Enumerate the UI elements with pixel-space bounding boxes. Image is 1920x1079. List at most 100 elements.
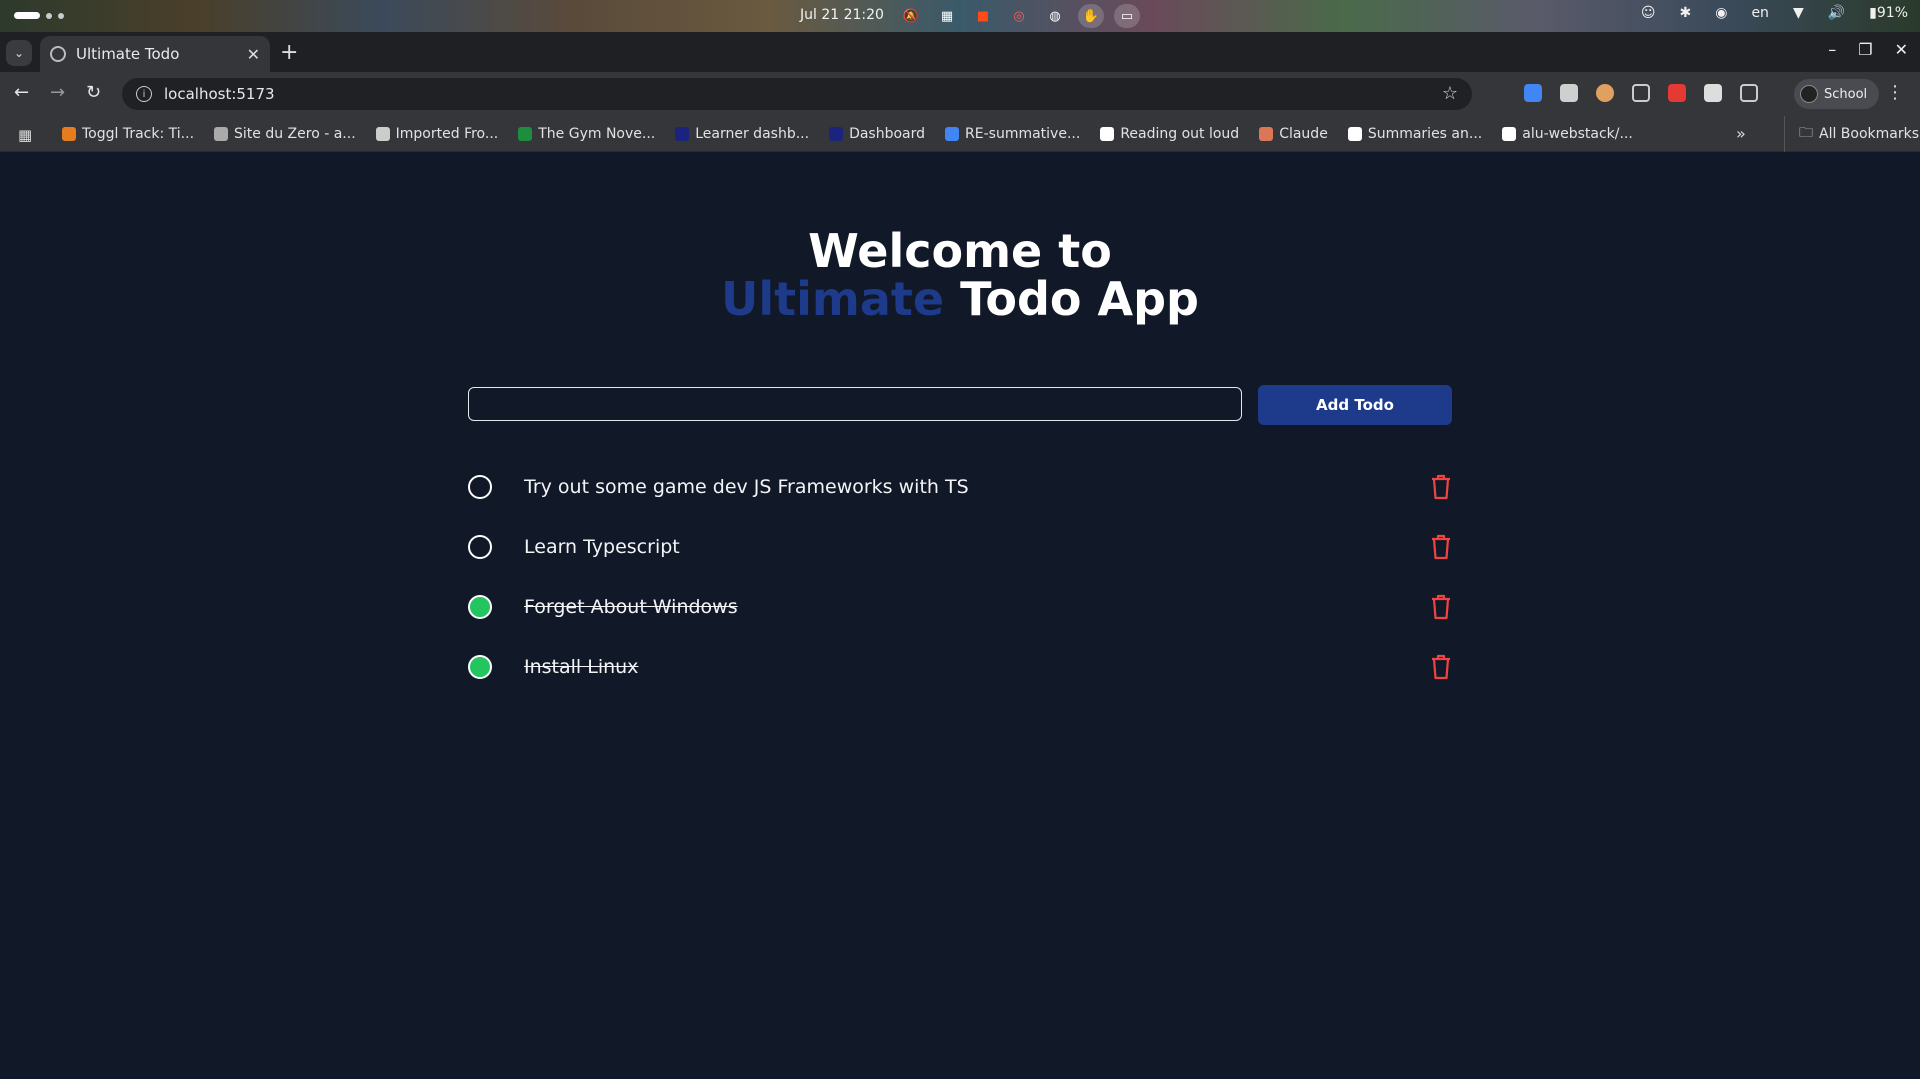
bookmark-item[interactable]: alu-webstack/... [1502,126,1633,142]
system-clock[interactable]: Jul 21 21:20 [800,7,884,23]
heading-line2: Ultimate Todo App [0,275,1920,323]
os-top-bar: Jul 21 21:20 🔕 ▦ ■ ◎ ◍ ✋ ▭ ☺ ✱ ◉ en ▼ 🔊 … [0,0,1920,32]
bookmark-list: Toggl Track: Ti... Site du Zero - a... Imp… [62,116,1633,152]
todo-text[interactable]: Install Linux [524,656,638,678]
workspace-active[interactable] [14,12,40,19]
todo-text[interactable]: Learn Typescript [524,536,680,558]
bookmark-item[interactable]: Imported Fro... [375,126,498,142]
workspace-dot[interactable] [58,12,64,19]
workspace-dot[interactable] [46,12,52,19]
extension-docs-icon[interactable] [1524,84,1542,102]
todo-item: Install Linux [468,637,1452,697]
more-bookmarks-icon[interactable]: » [1736,124,1746,143]
window-controls: – ❐ ✕ [1828,40,1908,59]
bookmark-item[interactable]: Dashboard [829,126,925,142]
hand-icon[interactable]: ✋ [1078,4,1104,28]
extension-save-icon[interactable] [1704,84,1722,102]
todo-item: Learn Typescript [468,517,1452,577]
forward-icon[interactable]: → [50,82,65,103]
globe-icon [214,127,229,141]
network-globe-icon[interactable]: ◍ [1042,4,1068,28]
cpu-icon[interactable]: ▦ [934,4,960,28]
extension-image-icon[interactable] [1632,84,1650,102]
all-bookmarks-button[interactable]: 🗀 All Bookmarks [1784,116,1919,152]
bookmark-item[interactable]: Summaries an... [1347,126,1482,142]
globe-icon [50,46,66,62]
url-text[interactable]: localhost:5173 [164,85,275,103]
profile-button[interactable]: School [1794,79,1880,109]
tab-title: Ultimate Todo [76,45,180,63]
tab-ultimate-todo[interactable]: Ultimate Todo ✕ [40,36,270,72]
bookmark-item[interactable]: The Gym Nove... [518,126,655,142]
bookmark-item[interactable]: Claude [1259,126,1328,142]
todo-text[interactable]: Forget About Windows [524,596,738,618]
folder-icon [375,127,390,141]
bookmark-item[interactable]: Site du Zero - a... [214,126,356,142]
add-todo-button[interactable]: Add Todo [1258,385,1452,425]
battery-icon: ▮ [1869,5,1877,21]
volume-icon[interactable]: 🔊 [1828,5,1845,21]
bookmark-label: Claude [1279,126,1328,142]
slack-icon[interactable]: ✱ [1679,5,1691,21]
wifi-icon[interactable]: ▼ [1793,5,1804,21]
bookmark-star-icon[interactable]: ☆ [1442,83,1458,104]
reload-icon[interactable]: ↻ [86,82,101,103]
app-page: Welcome to Ultimate Todo App Add Todo Tr… [0,153,1920,1079]
restore-icon[interactable]: ❐ [1858,40,1872,59]
bookmark-item[interactable]: Toggl Track: Ti... [62,126,194,142]
todo-item: Forget About Windows [468,577,1452,637]
close-window-icon[interactable]: ✕ [1895,40,1908,59]
system-tray: ☺ ✱ ◉ en ▼ 🔊 ▮91% [1641,5,1908,21]
minimize-icon[interactable]: – [1828,40,1836,59]
unchecked-circle-icon[interactable] [468,535,492,559]
display-icon[interactable]: ▭ [1114,4,1140,28]
bookmark-label: Learner dashb... [695,126,810,142]
notion-icon [1347,127,1362,141]
bookmark-label: Reading out loud [1120,126,1240,142]
apps-grid-icon[interactable]: ▦ [18,126,32,144]
notion-icon [1100,127,1115,141]
checked-circle-icon[interactable] [468,595,492,619]
trash-icon[interactable] [1430,474,1452,500]
todo-item: Try out some game dev JS Frameworks with… [468,457,1452,517]
bookmark-label: Toggl Track: Ti... [82,126,195,142]
checked-circle-icon[interactable] [468,655,492,679]
trash-icon[interactable] [1430,594,1452,620]
screenshot-icon[interactable]: ◎ [1006,4,1032,28]
extension-red-icon[interactable] [1668,84,1686,102]
extension-pen-icon[interactable] [1560,84,1578,102]
bookmark-label: Site du Zero - a... [234,126,356,142]
battery-percent: 91% [1876,5,1908,21]
record-icon[interactable]: ■ [970,4,996,28]
more-menu-icon[interactable]: ⋮ [1886,82,1904,103]
todo-input[interactable] [468,387,1242,421]
profile-name: School [1824,86,1868,102]
language-indicator[interactable]: en [1751,5,1769,21]
emoji-icon[interactable]: ☺ [1641,5,1656,21]
bookmark-item[interactable]: Learner dashb... [675,126,809,142]
todo-text[interactable]: Try out some game dev JS Frameworks with… [524,476,969,498]
tab-search-button[interactable]: ⌄ [6,40,32,66]
bookmark-item[interactable]: RE-summative... [945,126,1080,142]
extension-face-icon[interactable] [1596,84,1614,102]
dashboard-icon [829,127,844,141]
workspace-indicator[interactable] [14,12,64,19]
do-not-disturb-icon[interactable]: 🔕 [898,4,924,28]
address-bar[interactable]: i localhost:5173 ☆ [122,78,1472,110]
toggl-icon [62,127,76,141]
site-info-icon[interactable]: i [136,86,152,102]
chevron-down-icon: ⌄ [13,46,25,60]
discord-icon[interactable]: ◉ [1715,5,1727,21]
extensions-puzzle-icon[interactable] [1740,84,1758,102]
back-icon[interactable]: ← [14,82,29,103]
sheets-icon [518,127,533,141]
tab-bar: ⌄ Ultimate Todo ✕ + – ❐ ✕ [0,32,1920,72]
bookmark-item[interactable]: Reading out loud [1100,126,1239,142]
unchecked-circle-icon[interactable] [468,475,492,499]
trash-icon[interactable] [1430,534,1452,560]
trash-icon[interactable] [1430,654,1452,680]
heading-rest: Todo App [944,272,1199,326]
close-icon[interactable]: ✕ [247,45,260,64]
new-tab-button[interactable]: + [280,40,298,65]
battery-indicator[interactable]: ▮91% [1869,5,1908,21]
